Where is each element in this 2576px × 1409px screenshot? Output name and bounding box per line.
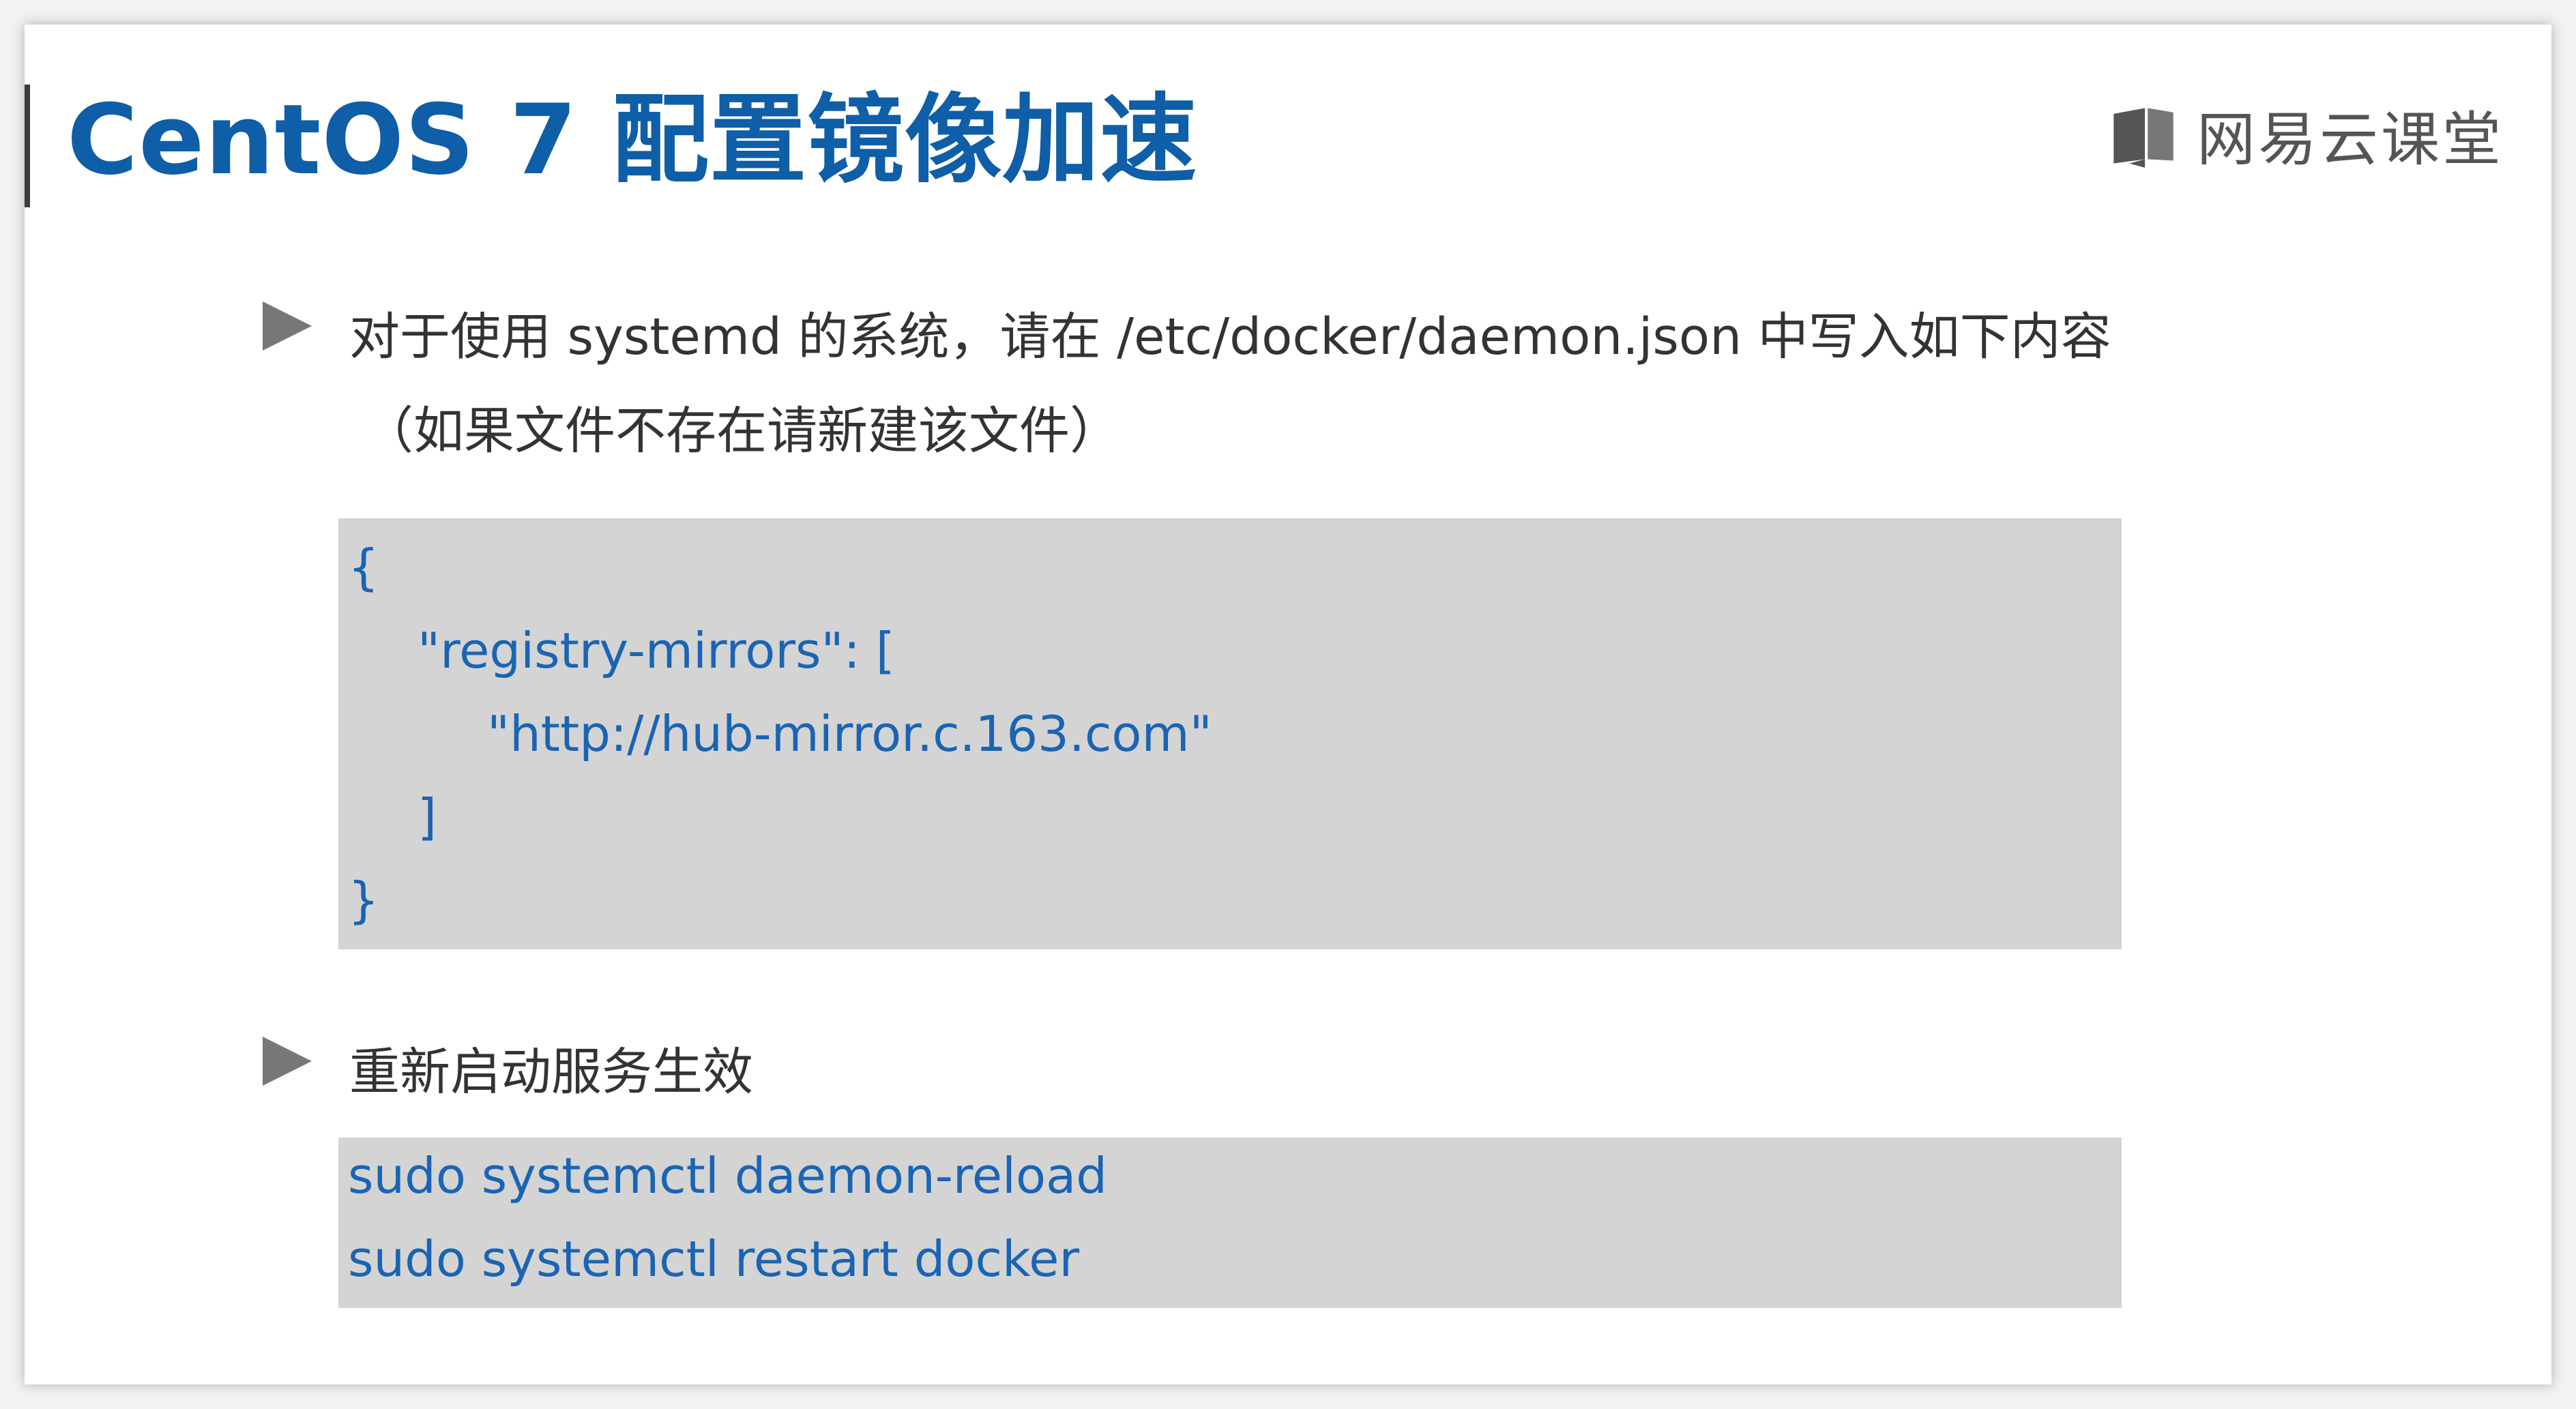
code-line: ] — [418, 788, 437, 846]
book-icon — [2113, 108, 2174, 168]
slide-frame: CentOS 7 配置镜像加速 网易云课堂 对于使用 systemd 的系统，请… — [25, 25, 2551, 1384]
brand-name: 网易云课堂 — [2197, 105, 2504, 174]
code-block-restart-commands: sudo systemctl daemon-reload sudo system… — [338, 1138, 2122, 1308]
title-accent-bar — [25, 85, 30, 207]
code-line: sudo systemctl restart docker — [348, 1230, 1080, 1288]
code-block-daemon-json: { "registry-mirrors": [ "http://hub-mirr… — [338, 518, 2122, 949]
code-line: "http://hub-mirror.c.163.com" — [487, 705, 1212, 762]
code-line: { — [348, 539, 379, 596]
section-1-text-line-1: 对于使用 systemd 的系统，请在 /etc/docker/daemon.j… — [349, 308, 2111, 366]
triangle-bullet-icon — [263, 1037, 312, 1086]
code-line: } — [348, 872, 379, 929]
triangle-bullet-icon — [263, 301, 312, 351]
section-1-text-line-2: （如果文件不存在请新建该文件） — [363, 402, 1120, 460]
code-line: sudo systemctl daemon-reload — [348, 1147, 1107, 1204]
brand-logo: 网易云课堂 — [2108, 93, 2504, 175]
slide-title: CentOS 7 配置镜像加速 — [67, 84, 1198, 196]
code-line: "registry-mirrors": [ — [418, 622, 895, 679]
section-2-text-line-1: 重新启动服务生效 — [349, 1043, 753, 1101]
